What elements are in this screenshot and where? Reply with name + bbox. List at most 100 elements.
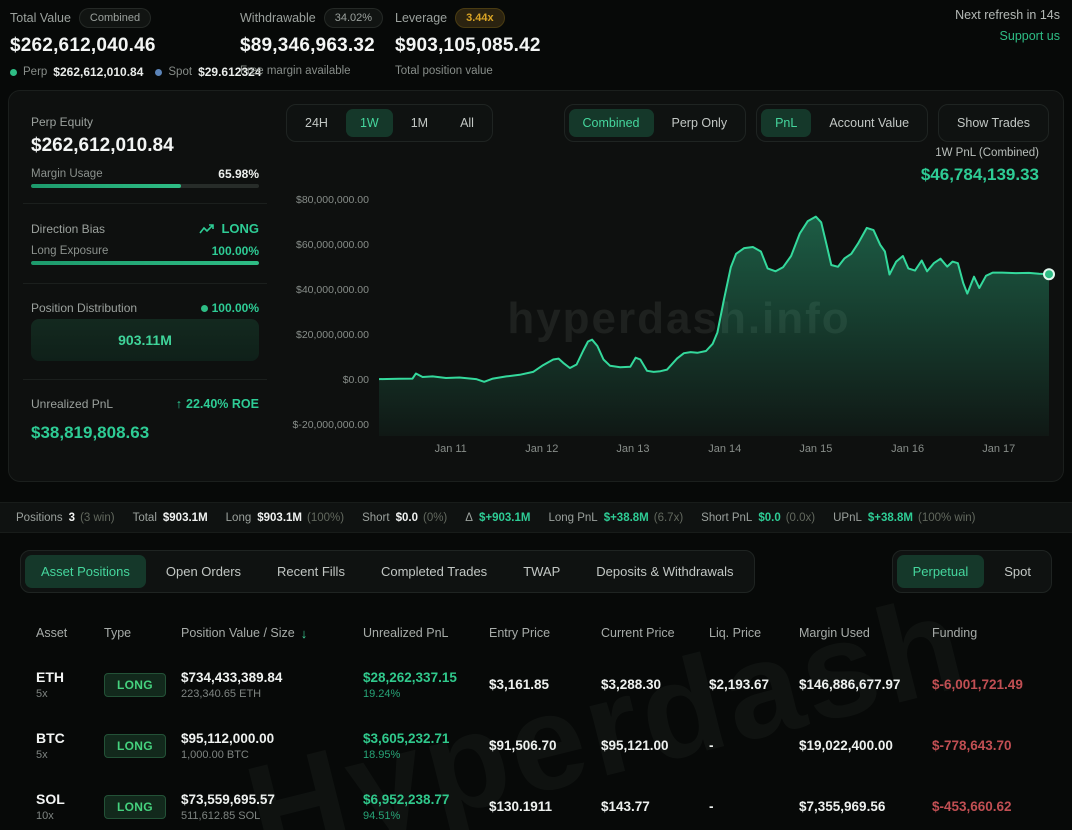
entry-price-cell: $3,161.85 <box>489 677 601 692</box>
unrealized-pnl-cell: $6,952,238.7794.51% <box>363 792 489 822</box>
margin-used: $146,886,677.97 <box>799 677 932 692</box>
funding-value: $-453,660.62 <box>932 799 1052 814</box>
funding-value: $-6,001,721.49 <box>932 677 1052 692</box>
funding-cell: $-6,001,721.49 <box>932 677 1052 692</box>
column-header-asset[interactable]: Asset <box>36 626 104 640</box>
margin-used: $7,355,969.56 <box>799 799 932 814</box>
summary-short: Short$0.0(0%) <box>362 512 447 524</box>
withdrawable-label: Withdrawable <box>240 11 316 25</box>
column-header-entry-price[interactable]: Entry Price <box>489 626 601 640</box>
support-us-link[interactable]: Support us <box>955 29 1060 43</box>
tab-all[interactable]: All <box>446 109 488 137</box>
unrealized-pnl-roe: 94.51% <box>363 810 489 822</box>
x-tick-label: Jan 16 <box>878 443 938 455</box>
leverage-block: Leverage 3.44x $903,105,085.42 Total pos… <box>395 8 541 77</box>
long-badge: LONG <box>104 795 166 819</box>
show-trades-group: Show Trades <box>938 104 1049 142</box>
column-header-margin-used[interactable]: Margin Used <box>799 626 932 640</box>
positions-table: ETH5xLONG$734,433,389.84223,340.65 ETH$2… <box>0 654 1072 830</box>
total-value-label: Total Value <box>10 11 71 25</box>
perp-equity-value: $262,612,010.84 <box>31 135 174 157</box>
tab-asset-positions[interactable]: Asset Positions <box>25 555 146 588</box>
leverage-sub: Total position value <box>395 65 493 77</box>
tab-deposits-withdrawals[interactable]: Deposits & Withdrawals <box>580 555 749 588</box>
column-header-funding[interactable]: Funding <box>932 626 1052 640</box>
column-header-type[interactable]: Type <box>104 626 181 640</box>
position-value-cell: $734,433,389.84223,340.65 ETH <box>181 670 363 700</box>
position-size: 1,000.00 BTC <box>181 749 363 761</box>
x-tick-label: Jan 12 <box>512 443 572 455</box>
summary-delta: Δ$+903.1M <box>465 512 530 524</box>
tab-recent-fills[interactable]: Recent Fills <box>261 555 361 588</box>
tab-completed-trades[interactable]: Completed Trades <box>365 555 503 588</box>
perp-dot-icon <box>10 69 17 76</box>
chart-x-axis: Jan 11Jan 12Jan 13Jan 14Jan 15Jan 16Jan … <box>379 443 1049 459</box>
withdrawable-block: Withdrawable 34.02% $89,346,963.32 Free … <box>240 8 383 77</box>
column-header-liq-price[interactable]: Liq. Price <box>709 626 799 640</box>
funding-value: $-778,643.70 <box>932 738 1052 753</box>
y-tick-label: $0.00 <box>343 374 369 386</box>
table-row-btc[interactable]: BTC5xLONG$95,112,000.001,000.00 BTC$3,60… <box>0 715 1072 776</box>
positions-tab-group: Asset PositionsOpen OrdersRecent FillsCo… <box>20 550 755 593</box>
asset-leverage: 5x <box>36 688 104 700</box>
entry-price: $91,506.70 <box>489 738 601 753</box>
table-row-sol[interactable]: SOL10xLONG $73,559,695.57511,612.85 SOL$6… <box>0 776 1072 830</box>
funding-cell: $-453,660.62 <box>932 799 1052 814</box>
y-tick-label: $80,000,000.00 <box>296 194 369 206</box>
leverage-value: $903,105,085.42 <box>395 35 541 57</box>
margin-used: $19,022,400.00 <box>799 738 932 753</box>
chart-y-axis: $80,000,000.00$60,000,000.00$40,000,000.… <box>9 193 369 436</box>
chart-area <box>379 217 1049 436</box>
x-tick-label: Jan 15 <box>786 443 846 455</box>
current-price: $143.77 <box>601 799 709 814</box>
tab-twap[interactable]: TWAP <box>507 555 576 588</box>
liq-price: - <box>709 799 799 814</box>
column-header-current-price[interactable]: Current Price <box>601 626 709 640</box>
position-value-cell: $73,559,695.57511,612.85 SOL <box>181 792 363 822</box>
spot-label: Spot <box>168 66 192 78</box>
perp-equity-value-row: $262,612,010.84 <box>31 135 259 157</box>
market-tab-group: PerpetualSpot <box>892 550 1052 593</box>
leverage-badge: 3.44x <box>455 8 505 28</box>
position-size: 223,340.65 ETH <box>181 688 363 700</box>
position-value: $73,559,695.57 <box>181 792 363 807</box>
x-tick-label: Jan 11 <box>421 443 481 455</box>
position-value-cell: $95,112,000.001,000.00 BTC <box>181 731 363 761</box>
column-header-unrealized-pnl[interactable]: Unrealized PnL <box>363 626 489 640</box>
asset-leverage: 5x <box>36 749 104 761</box>
unrealized-pnl-cell: $28,262,337.1519.24% <box>363 670 489 700</box>
tab-open-orders[interactable]: Open Orders <box>150 555 257 588</box>
withdrawable-pct-badge: 34.02% <box>324 8 383 28</box>
sort-desc-icon: ↓ <box>301 626 308 641</box>
margin-used-cell: $146,886,677.97 <box>799 677 932 692</box>
liq-price: - <box>709 738 799 753</box>
summary-long-pnl: Long PnL$+38.8M(6.7x) <box>548 512 683 524</box>
asset-cell: SOL10x <box>36 791 104 822</box>
tab-show-trades[interactable]: Show Trades <box>943 109 1044 137</box>
tab-perpetual[interactable]: Perpetual <box>897 555 985 588</box>
tab-1m[interactable]: 1M <box>397 109 442 137</box>
perp-label: Perp <box>23 66 47 78</box>
combined-badge: Combined <box>79 8 151 28</box>
asset-leverage: 10x <box>36 810 104 822</box>
unrealized-pnl-value: $3,605,232.71 <box>363 731 489 746</box>
pnl-chart[interactable] <box>379 193 1049 436</box>
spot-dot-icon <box>155 69 162 76</box>
current-price: $3,288.30 <box>601 677 709 692</box>
current-price: $95,121.00 <box>601 738 709 753</box>
type-cell: LONG <box>104 795 181 819</box>
column-header-position-value-size[interactable]: Position Value / Size↓ <box>181 626 363 641</box>
margin-usage-bar <box>31 184 259 188</box>
table-row-eth[interactable]: ETH5xLONG$734,433,389.84223,340.65 ETH$2… <box>0 654 1072 715</box>
tab-perp-only[interactable]: Perp Only <box>658 109 742 137</box>
margin-used-cell: $19,022,400.00 <box>799 738 932 753</box>
tab-pnl[interactable]: PnL <box>761 109 811 137</box>
total-value-block: Total Value Combined $262,612,040.46 Per… <box>10 8 261 79</box>
tab-spot[interactable]: Spot <box>988 555 1047 588</box>
top-bar: Total Value Combined $262,612,040.46 Per… <box>0 0 1072 88</box>
withdrawable-value: $89,346,963.32 <box>240 35 383 57</box>
tab-account-value[interactable]: Account Value <box>815 109 923 137</box>
tab-combined[interactable]: Combined <box>569 109 654 137</box>
tab-1w[interactable]: 1W <box>346 109 393 137</box>
tab-24h[interactable]: 24H <box>291 109 342 137</box>
